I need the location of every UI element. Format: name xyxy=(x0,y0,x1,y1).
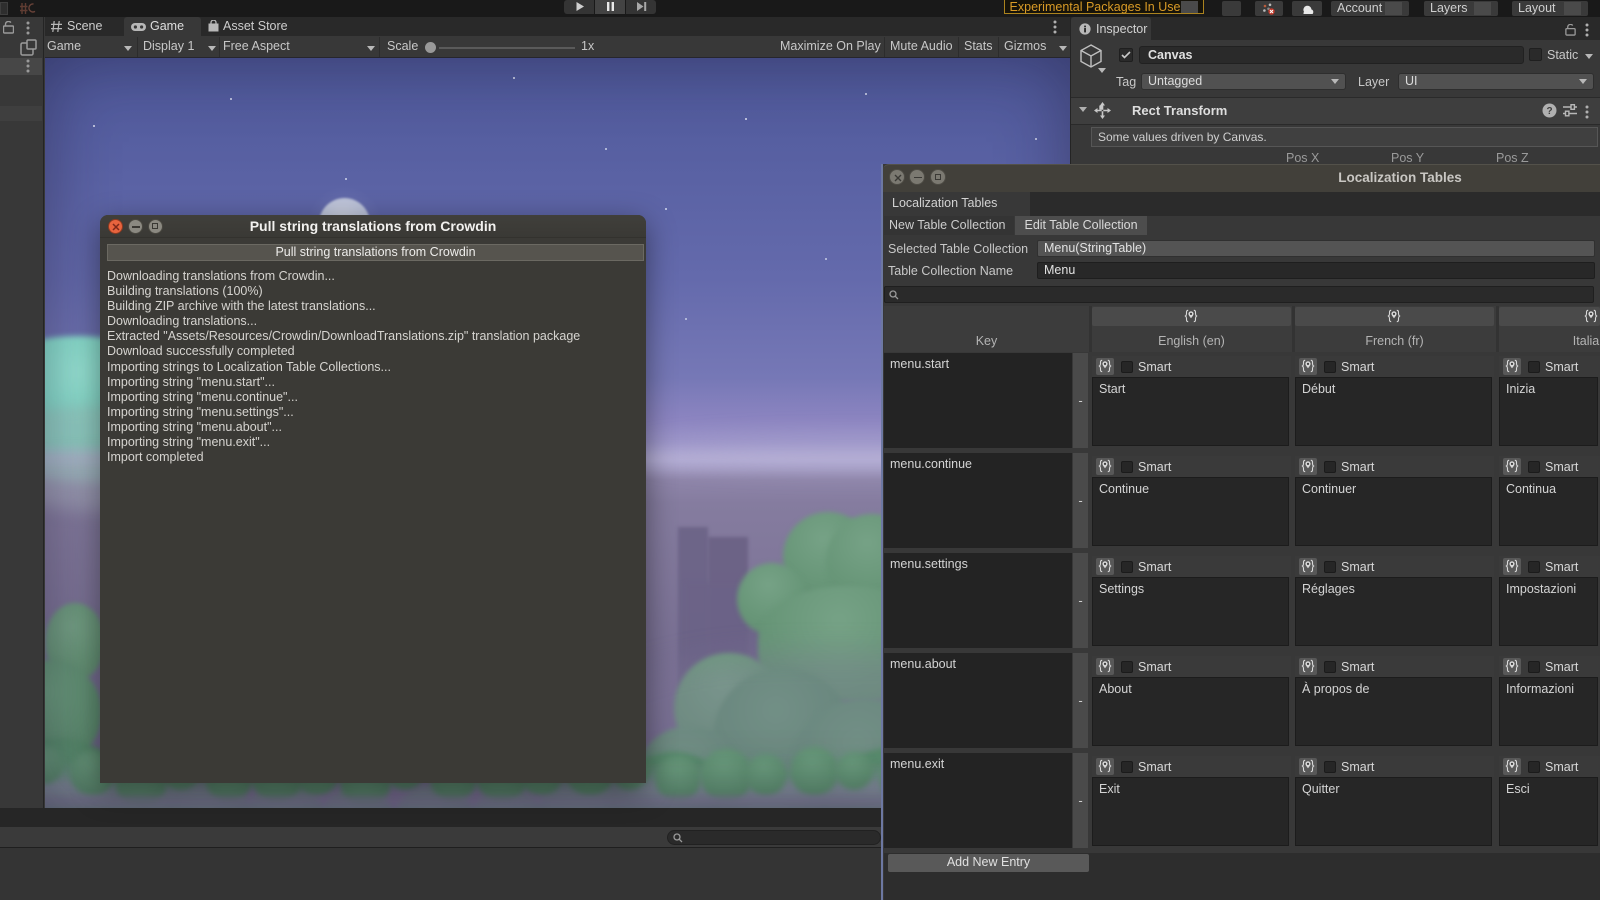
svg-text:?: ? xyxy=(1546,106,1552,117)
